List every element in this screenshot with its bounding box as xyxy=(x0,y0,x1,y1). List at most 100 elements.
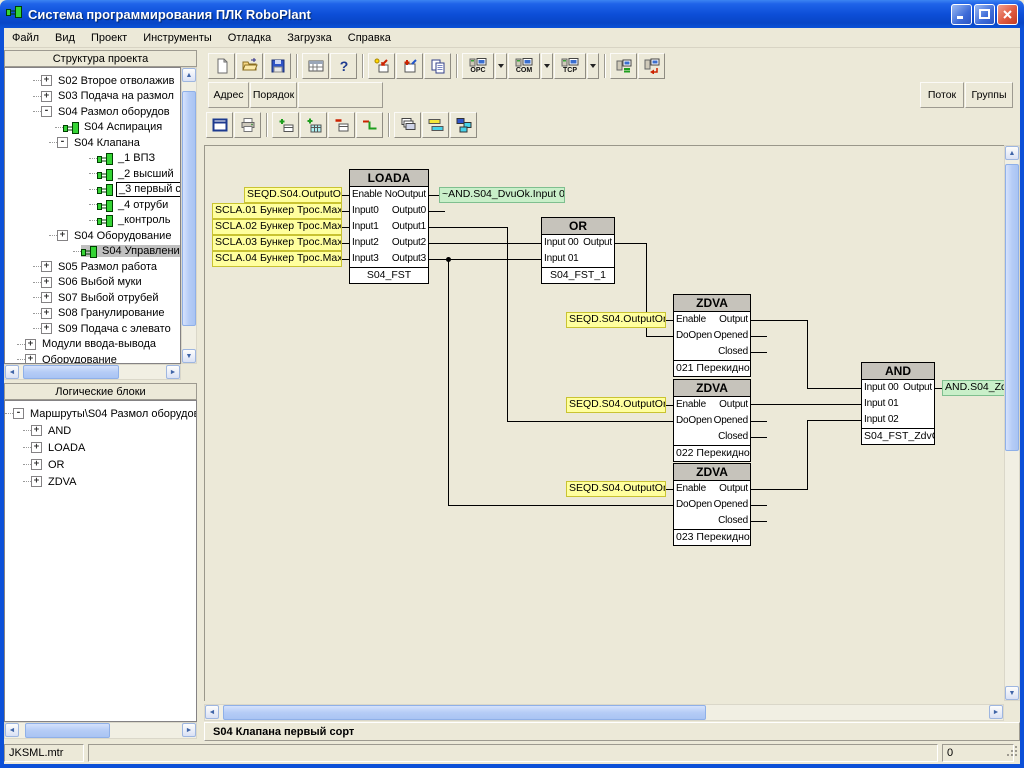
logic-blocks-hscrollbar[interactable]: ◄► xyxy=(4,722,197,739)
tree-item[interactable]: +S05 Размол работа xyxy=(5,259,180,275)
new-file-button[interactable] xyxy=(208,53,235,79)
open-file-button[interactable] xyxy=(236,53,263,79)
tcp-connection-dropdown[interactable] xyxy=(587,53,599,79)
signal-input-label[interactable]: SEQD.S04.OutputOn xyxy=(244,187,342,203)
tree-item[interactable]: _3 первый сорт xyxy=(5,182,180,198)
tree-item[interactable]: +S02 Второе отволажив xyxy=(5,73,180,89)
order-mode-button[interactable]: Порядок xyxy=(250,82,297,108)
link-line-button[interactable] xyxy=(356,112,383,138)
scroll-right-icon[interactable]: ► xyxy=(182,723,196,737)
v-blocks-button[interactable] xyxy=(450,112,477,138)
scroll-right-icon[interactable]: ► xyxy=(989,705,1003,719)
tree-item[interactable]: S04 Управлени xyxy=(5,244,180,260)
form-window-button[interactable] xyxy=(206,112,233,138)
signal-input-label[interactable]: SCLA.04 Бункер Трос.Max xyxy=(212,251,342,267)
expand-icon[interactable]: + xyxy=(31,476,42,487)
save-file-button[interactable] xyxy=(264,53,291,79)
opc-connection-dropdown[interactable] xyxy=(495,53,507,79)
signal-output-label[interactable]: ~AND.S04_DvuOk.Input 01 xyxy=(439,187,565,203)
tree-item[interactable]: +S06 Выбой муки xyxy=(5,275,180,291)
fbd-block-zdva[interactable]: ZDVAEnableOutputDoOpenOpenedClosed023 Пе… xyxy=(673,463,751,546)
tree-item[interactable]: -Маршруты\S04 Размол оборудов xyxy=(5,405,196,422)
block-table-button[interactable] xyxy=(302,53,329,79)
structure-tree-vscrollbar[interactable]: ▲▼ xyxy=(181,67,197,364)
expand-icon[interactable]: + xyxy=(41,75,52,86)
tree-item[interactable]: +S04 Оборудование xyxy=(5,228,180,244)
tree-item[interactable]: +AND xyxy=(5,422,196,439)
canvas-hscrollbar[interactable]: ◄► xyxy=(204,704,1004,721)
scroll-right-icon[interactable]: ► xyxy=(166,365,180,379)
close-button[interactable] xyxy=(997,4,1018,25)
add-block-button[interactable] xyxy=(272,112,299,138)
expand-icon[interactable]: + xyxy=(41,323,52,334)
expand-icon[interactable]: + xyxy=(25,339,36,350)
tree-item[interactable]: +LOADA xyxy=(5,439,196,456)
groups-mode-button[interactable]: Группы xyxy=(965,82,1013,108)
copy-button[interactable] xyxy=(424,53,451,79)
edit-block-button[interactable] xyxy=(396,53,423,79)
menu-item-6[interactable]: Загрузка xyxy=(279,30,339,46)
expand-icon[interactable]: + xyxy=(31,425,42,436)
tree-item[interactable]: _2 высший xyxy=(5,166,180,182)
tree-item[interactable]: S04 Аспирация xyxy=(5,120,180,136)
menu-item-7[interactable]: Справка xyxy=(340,30,399,46)
tree-item[interactable]: _контроль xyxy=(5,213,180,229)
tree-item[interactable]: +Модули ввода-вывода xyxy=(5,337,180,353)
signal-input-label[interactable]: SCLA.03 Бункер Трос.Max xyxy=(212,235,342,251)
collapse-icon[interactable]: - xyxy=(57,137,68,148)
expand-icon[interactable]: + xyxy=(31,442,42,453)
scroll-up-icon[interactable]: ▲ xyxy=(1005,146,1019,160)
scrollbar-thumb[interactable] xyxy=(182,91,196,326)
signal-input-label[interactable]: SEQD.S04.OutputOn xyxy=(566,397,666,413)
menu-item-2[interactable]: Вид xyxy=(47,30,83,46)
opc-connection-button[interactable]: OPC xyxy=(462,53,494,79)
expand-icon[interactable]: + xyxy=(25,354,36,364)
minimize-button[interactable] xyxy=(951,4,972,25)
help-button[interactable]: ? xyxy=(330,53,357,79)
tree-item[interactable]: +ZDVA xyxy=(5,473,196,490)
scroll-left-icon[interactable]: ◄ xyxy=(5,723,19,737)
project-structure-tree[interactable]: +S02 Второе отволажив+S03 Подача на разм… xyxy=(4,67,181,364)
menu-item-1[interactable]: Файл xyxy=(4,30,47,46)
expand-icon[interactable]: + xyxy=(41,91,52,102)
resize-grip[interactable] xyxy=(1006,745,1019,763)
expand-icon[interactable]: + xyxy=(41,261,52,272)
signal-output-label[interactable]: AND.S04_Zd xyxy=(942,380,1004,396)
address-mode-button[interactable]: Адрес xyxy=(208,82,249,108)
copy-blocks-button[interactable] xyxy=(394,112,421,138)
blank-mode-button[interactable] xyxy=(298,82,383,108)
write-plc-button[interactable] xyxy=(638,53,665,79)
signal-input-label[interactable]: SCLA.01 Бункер Трос.Max xyxy=(212,203,342,219)
menu-item-4[interactable]: Инструменты xyxy=(135,30,220,46)
signal-input-label[interactable]: SCLA.02 Бункер Трос.Max xyxy=(212,219,342,235)
tree-item[interactable]: +S07 Выбой отрубей xyxy=(5,290,180,306)
tree-item[interactable]: +S09 Подача с элевато xyxy=(5,321,180,337)
scrollbar-thumb[interactable] xyxy=(223,705,706,720)
signal-input-label[interactable]: SEQD.S04.OutputOn xyxy=(566,481,666,497)
fbd-block-zdva[interactable]: ZDVAEnableOutputDoOpenOpenedClosed022 Пе… xyxy=(673,379,751,462)
expand-icon[interactable]: + xyxy=(41,308,52,319)
expand-icon[interactable]: + xyxy=(41,277,52,288)
import-block-button[interactable] xyxy=(368,53,395,79)
flow-mode-button[interactable]: Поток xyxy=(920,82,964,108)
canvas-vscrollbar[interactable]: ▲▼ xyxy=(1004,145,1020,701)
tree-item[interactable]: +Оборудование xyxy=(5,352,180,364)
tree-item[interactable]: +OR xyxy=(5,456,196,473)
menu-item-5[interactable]: Отладка xyxy=(220,30,279,46)
remove-block-button[interactable] xyxy=(328,112,355,138)
expand-icon[interactable]: + xyxy=(41,292,52,303)
scroll-left-icon[interactable]: ◄ xyxy=(5,365,19,379)
tree-item[interactable]: _4 отруби xyxy=(5,197,180,213)
diagram-canvas[interactable]: LOADAEnableNoOutputInput0Output0Input1Ou… xyxy=(204,145,1004,701)
scrollbar-thumb[interactable] xyxy=(1005,164,1019,451)
menu-item-3[interactable]: Проект xyxy=(83,30,135,46)
scroll-down-icon[interactable]: ▼ xyxy=(1005,686,1019,700)
scroll-left-icon[interactable]: ◄ xyxy=(205,705,219,719)
tree-item[interactable]: +S08 Гранулирование xyxy=(5,306,180,322)
scrollbar-thumb[interactable] xyxy=(25,723,110,738)
add-block-grid-button[interactable] xyxy=(300,112,327,138)
fbd-block-or[interactable]: ORInput 00OutputInput 01S04_FST_1 xyxy=(541,217,615,284)
scroll-down-icon[interactable]: ▼ xyxy=(182,349,196,363)
scroll-up-icon[interactable]: ▲ xyxy=(182,68,196,82)
com-connection-button[interactable]: COM xyxy=(508,53,540,79)
